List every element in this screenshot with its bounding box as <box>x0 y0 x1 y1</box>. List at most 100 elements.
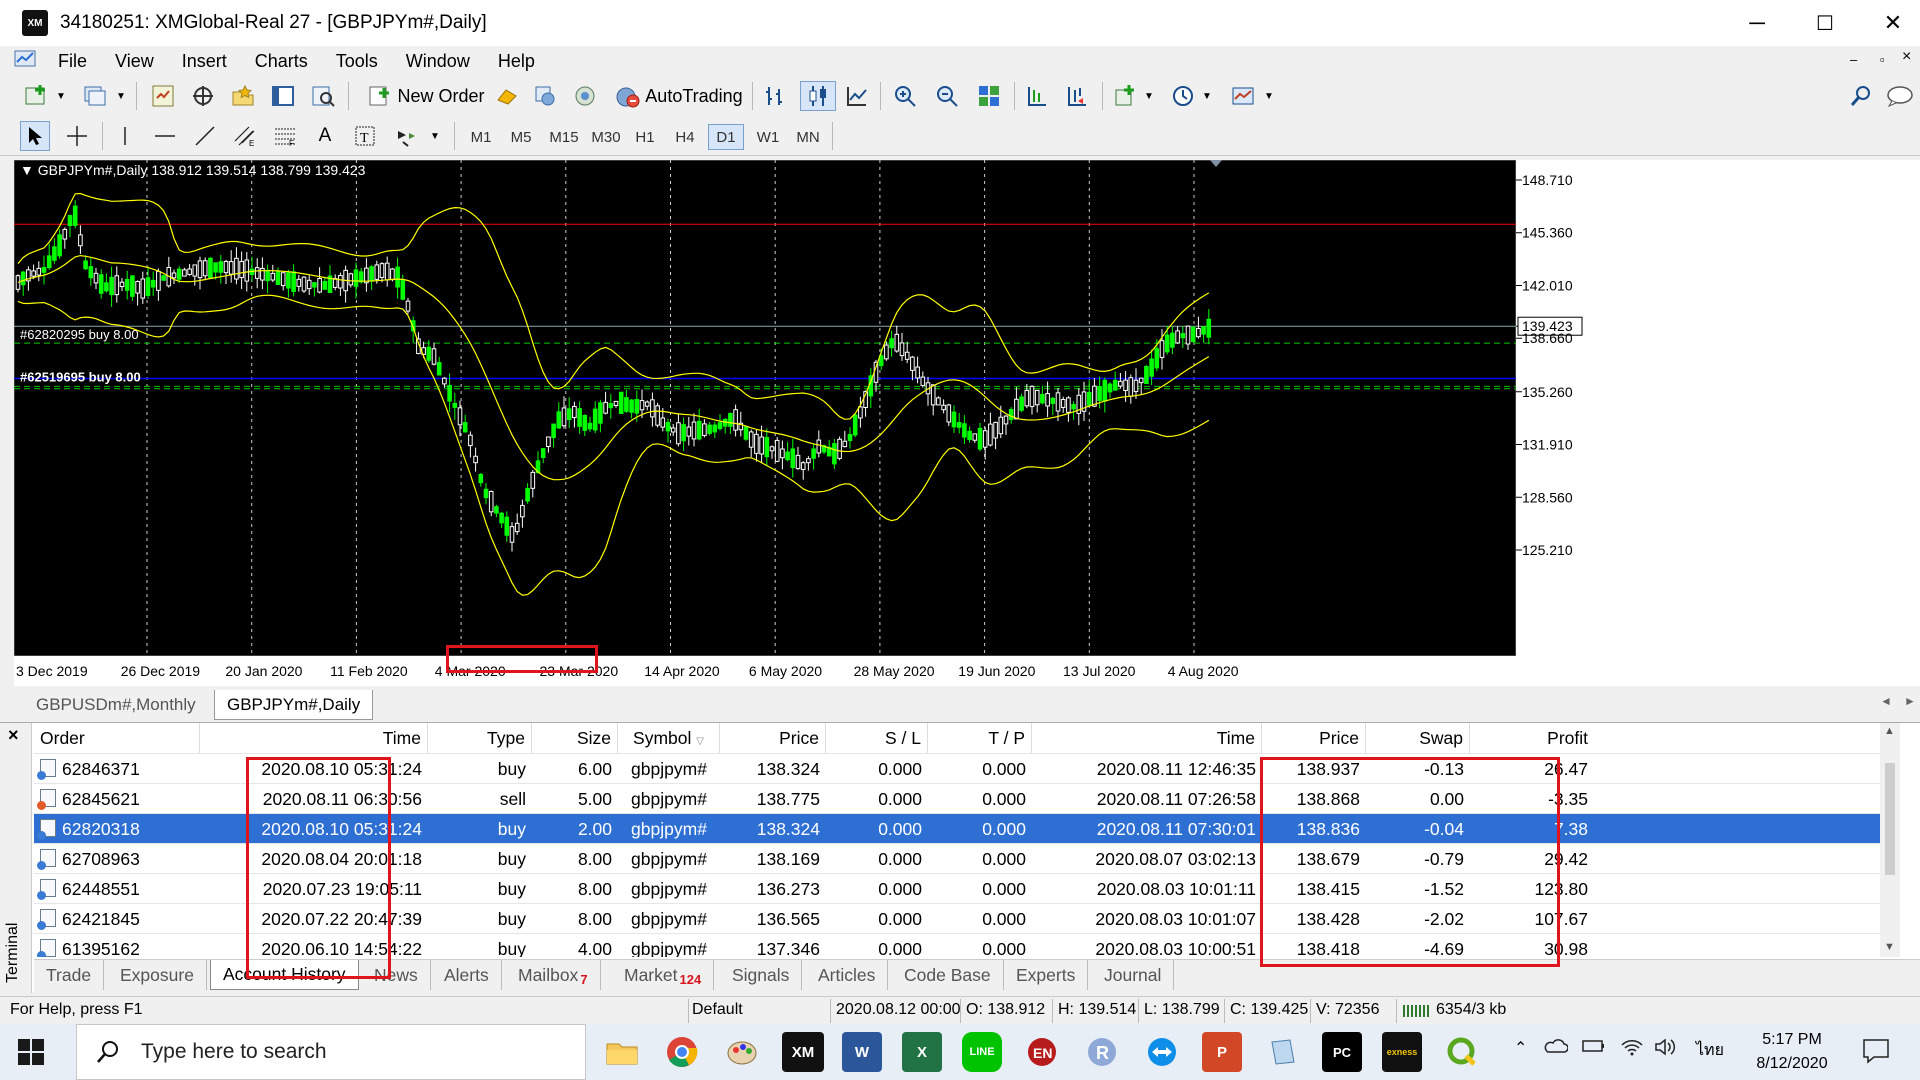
tab-alerts[interactable]: Alerts <box>432 960 502 990</box>
zoom-in-icon[interactable] <box>890 81 920 111</box>
windows-start-icon[interactable] <box>18 1039 44 1070</box>
header-swap[interactable]: Swap <box>1366 723 1470 753</box>
trendline-icon[interactable] <box>190 121 220 151</box>
r-app-icon[interactable]: R <box>1082 1032 1122 1072</box>
tab-exposure[interactable]: Exposure <box>108 960 207 990</box>
onedrive-icon[interactable] <box>1544 1038 1569 1059</box>
new-chart-icon[interactable] <box>20 81 54 111</box>
chevron-down-icon[interactable]: ▼ <box>1142 81 1156 111</box>
paint-icon[interactable] <box>722 1032 762 1072</box>
timeframe-h1[interactable]: H1 <box>628 124 662 150</box>
chevron-down-icon[interactable]: ▼ <box>114 81 128 111</box>
timeframe-d1[interactable]: D1 <box>708 124 744 150</box>
strategy-tester-icon[interactable] <box>306 81 340 111</box>
header-order[interactable]: Order <box>34 723 200 753</box>
header-open-time[interactable]: Time <box>200 723 428 753</box>
menu-file[interactable]: File <box>44 51 101 72</box>
tab-mailbox[interactable]: Mailbox 7 <box>506 960 601 990</box>
tab-journal[interactable]: Journal <box>1092 960 1175 990</box>
chart-menu-arrow-icon[interactable]: ▼ <box>20 162 34 178</box>
minimize-button[interactable]: ─ <box>1724 0 1790 46</box>
candlestick-chart-icon[interactable] <box>800 81 836 111</box>
gold-icon[interactable] <box>492 81 522 111</box>
teamviewer-icon[interactable] <box>1142 1032 1182 1072</box>
chevron-down-icon[interactable]: ▼ <box>1262 81 1276 111</box>
tab-trade[interactable]: Trade <box>34 960 105 990</box>
timeframe-mn[interactable]: MN <box>790 124 826 150</box>
chevron-down-icon[interactable]: ▼ <box>1200 81 1214 111</box>
timeframe-w1[interactable]: W1 <box>750 124 786 150</box>
menu-insert[interactable]: Insert <box>168 51 241 72</box>
text-tool-icon[interactable]: A <box>310 121 340 151</box>
navigator-icon[interactable] <box>226 81 260 111</box>
menu-help[interactable]: Help <box>484 51 549 72</box>
chart-shift-icon[interactable] <box>1022 81 1052 111</box>
qgis-icon[interactable] <box>1442 1032 1482 1072</box>
templates-icon[interactable] <box>1228 81 1258 111</box>
autotrading-button[interactable]: AutoTrading <box>610 81 748 111</box>
notepad-icon[interactable] <box>1262 1032 1302 1072</box>
crosshair-icon[interactable] <box>62 121 92 151</box>
tile-windows-icon[interactable] <box>974 81 1004 111</box>
indicators-icon[interactable] <box>1110 81 1140 111</box>
chart-canvas[interactable]: 3 Dec 2019 26 Dec 2019 20 Jan 2020 11 Feb 2… <box>14 160 1920 686</box>
exness-icon[interactable]: exness <box>1382 1032 1422 1072</box>
battery-icon[interactable] <box>1582 1038 1606 1059</box>
line-chart-icon[interactable] <box>842 81 872 111</box>
mdi-close-button[interactable]: × <box>1902 48 1911 66</box>
show-hidden-icons-icon[interactable]: ⌃ <box>1514 1038 1527 1058</box>
timeframe-m30[interactable]: M30 <box>586 124 626 150</box>
file-explorer-icon[interactable] <box>602 1032 642 1072</box>
market-watch-icon[interactable] <box>146 81 180 111</box>
bar-chart-icon[interactable] <box>760 81 790 111</box>
scroll-up-icon[interactable]: ▲ <box>1884 725 1895 737</box>
vertical-scrollbar[interactable]: ▲ ▼ <box>1880 723 1900 957</box>
tab-experts[interactable]: Experts <box>1004 960 1089 990</box>
new-order-button[interactable]: New Order <box>358 81 494 111</box>
equidistant-channel-icon[interactable]: E <box>230 121 260 151</box>
tab-scroll-left-icon[interactable]: ◄ <box>1880 694 1892 708</box>
mdi-minimize-button[interactable]: – <box>1850 52 1857 67</box>
timeframe-h4[interactable]: H4 <box>668 124 702 150</box>
header-sl[interactable]: S / L <box>826 723 928 753</box>
terminal-icon[interactable] <box>266 81 300 111</box>
timeframe-m1[interactable]: M1 <box>464 124 498 150</box>
app-menu-icon[interactable] <box>14 49 44 74</box>
horizontal-line-icon[interactable] <box>150 121 180 151</box>
chat-icon[interactable] <box>1884 81 1916 111</box>
tab-scroll-right-icon[interactable]: ► <box>1904 694 1916 708</box>
header-profit[interactable]: Profit <box>1470 723 1594 753</box>
periods-icon[interactable] <box>1168 81 1198 111</box>
text-label-icon[interactable]: T <box>350 121 380 151</box>
timeframe-m15[interactable]: M15 <box>544 124 584 150</box>
header-type[interactable]: Type <box>428 723 532 753</box>
tab-signals[interactable]: Signals <box>720 960 803 990</box>
menu-charts[interactable]: Charts <box>241 51 322 72</box>
dragon-icon[interactable]: EN <box>1022 1032 1062 1072</box>
search-icon[interactable] <box>1846 81 1876 111</box>
excel-icon[interactable]: X <box>902 1032 942 1072</box>
word-icon[interactable]: W <box>842 1032 882 1072</box>
chart-tab-gbpusd-monthly[interactable]: GBPUSDm#,Monthly <box>24 690 208 720</box>
close-icon[interactable]: × <box>8 725 19 746</box>
mdi-restore-button[interactable]: ▫ <box>1880 52 1885 67</box>
cursor-icon[interactable] <box>20 121 50 151</box>
chart-tab-gbpjpy-daily[interactable]: GBPJPYm#,Daily <box>214 690 374 720</box>
header-close-time[interactable]: Time <box>1032 723 1262 753</box>
menu-tools[interactable]: Tools <box>322 51 392 72</box>
header-symbol[interactable]: Symbol ▽ <box>618 723 720 753</box>
input-language[interactable]: ไทย <box>1696 1038 1724 1063</box>
zoom-out-icon[interactable] <box>932 81 962 111</box>
xm-app-icon[interactable]: XM <box>782 1032 824 1072</box>
scrollbar-thumb[interactable] <box>1885 763 1895 875</box>
signals-icon[interactable] <box>530 81 560 111</box>
menu-window[interactable]: Window <box>392 51 484 72</box>
close-button[interactable]: ✕ <box>1860 0 1920 46</box>
profiles-icon[interactable] <box>78 81 112 111</box>
chevron-down-icon[interactable]: ▼ <box>54 81 68 111</box>
arrows-icon[interactable] <box>392 121 422 151</box>
tab-market[interactable]: Market 124 <box>612 960 715 990</box>
volume-icon[interactable] <box>1654 1038 1678 1061</box>
taskbar-search[interactable]: Type here to search <box>76 1024 586 1080</box>
tab-articles[interactable]: Articles <box>806 960 889 990</box>
